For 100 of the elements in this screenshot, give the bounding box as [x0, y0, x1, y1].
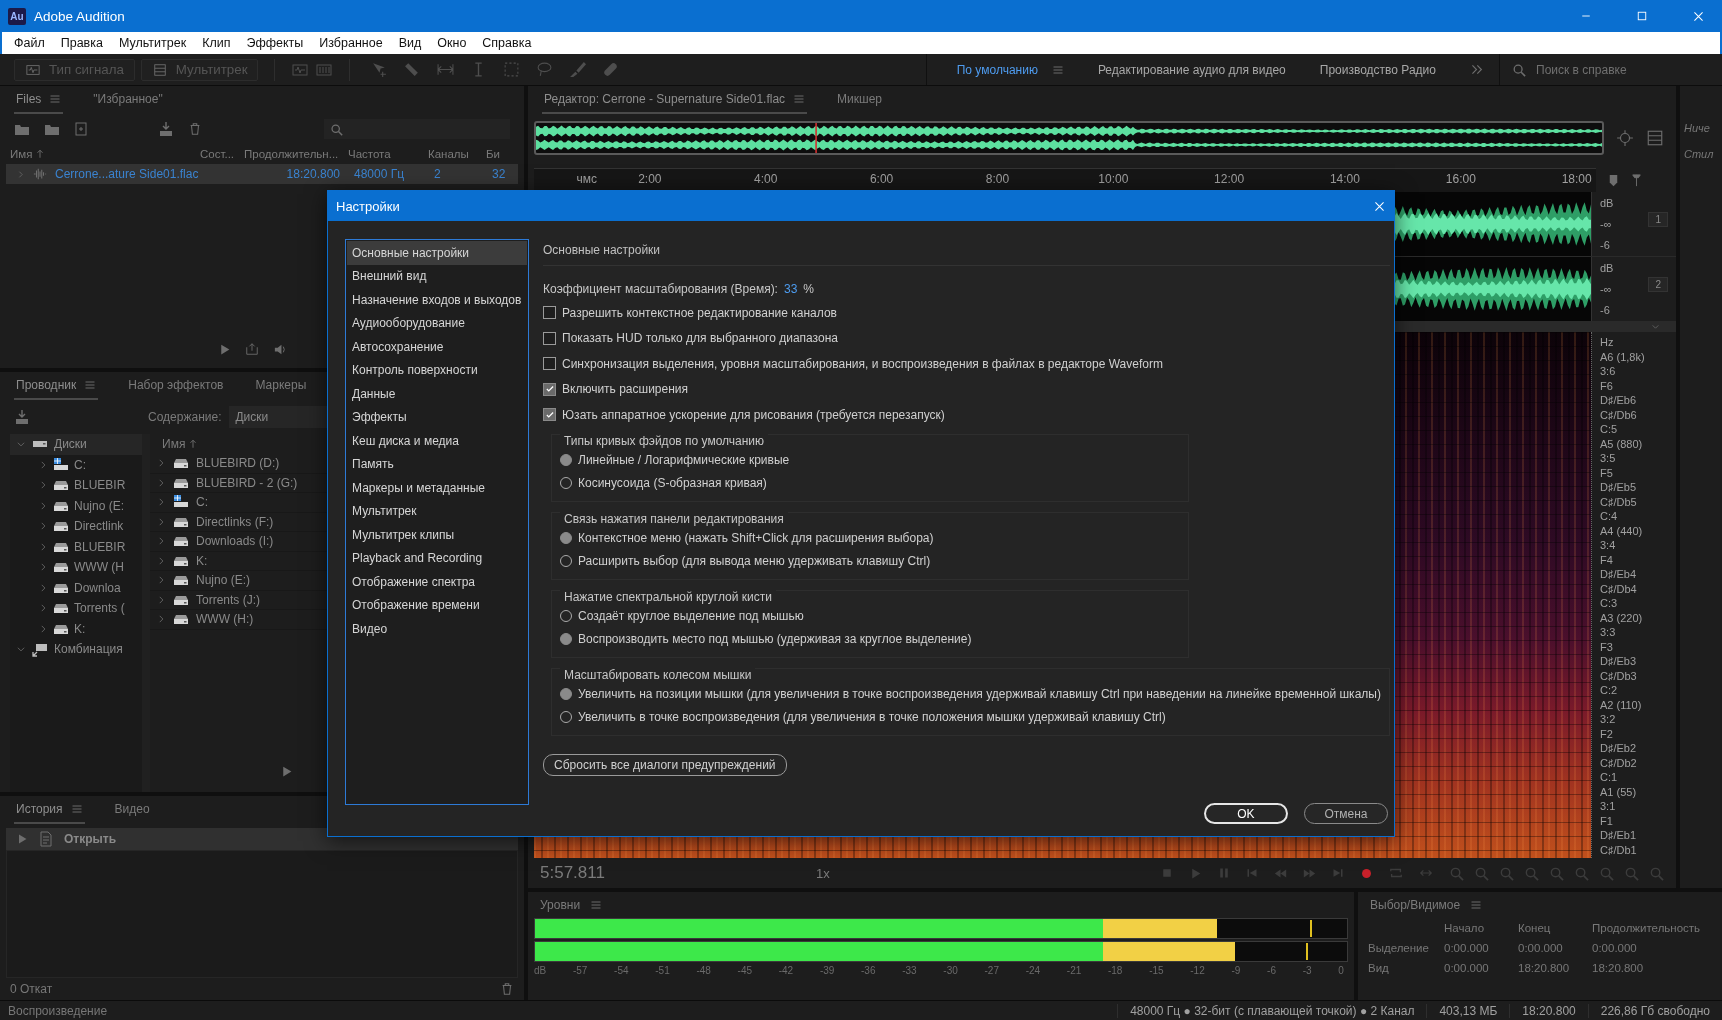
spectral-view-icon[interactable] [315, 61, 334, 78]
category-item[interactable]: Назначение входов и выходов [347, 288, 527, 312]
column-header[interactable]: Частота [348, 148, 428, 160]
column-header[interactable]: Каналы [428, 148, 486, 160]
category-item[interactable]: Данные [347, 382, 527, 406]
category-item[interactable]: Память [347, 452, 527, 476]
panel-tab[interactable]: Проводник [14, 372, 99, 400]
tree-item[interactable]: BLUEBIR [10, 475, 142, 496]
lasso-icon[interactable] [536, 61, 554, 78]
play-icon[interactable] [1189, 866, 1202, 880]
checkbox[interactable] [543, 357, 556, 371]
export-icon[interactable] [245, 342, 259, 356]
workspace-tab[interactable]: Редактирование аудио для видео [1097, 62, 1286, 77]
menu-icon[interactable] [793, 93, 806, 105]
category-item[interactable]: Аудиооборудование [347, 311, 527, 335]
column-header[interactable]: Продолжительн... [244, 148, 348, 160]
caret-icon[interactable] [1651, 322, 1660, 331]
column-header[interactable]: Имя [10, 148, 200, 160]
record-icon[interactable] [1360, 866, 1373, 880]
category-item[interactable]: Контроль поверхности [347, 358, 527, 382]
menu-item[interactable]: Мультитрек [110, 36, 195, 50]
category-item[interactable]: Кеш диска и медиа [347, 429, 527, 453]
workspace-tab[interactable]: По умолчанию [956, 62, 1064, 77]
cancel-button[interactable]: Отмена [1303, 803, 1388, 824]
skip-to-start-icon[interactable] [1246, 867, 1258, 879]
time-ruler[interactable]: чмс 2:00 4:00 6:00 8:00 10:00 12:00 14:00 16:00 18:00 [534, 168, 1596, 192]
zoom-icon[interactable] [1449, 865, 1464, 881]
pin-icon[interactable] [1629, 172, 1644, 188]
checkbox[interactable] [543, 382, 556, 396]
ok-button[interactable]: OK [1203, 803, 1288, 824]
waveform-view-icon[interactable] [291, 61, 310, 78]
import-icon[interactable] [158, 121, 174, 137]
chevron-right-icon[interactable] [38, 623, 48, 634]
tree-item[interactable]: WWW (H [10, 557, 142, 578]
menu-item[interactable]: Файл [6, 36, 53, 50]
skip-to-end-icon[interactable] [1332, 867, 1344, 879]
time-value[interactable]: 0:00.000 [1444, 962, 1518, 974]
move-tool-icon[interactable] [371, 61, 389, 78]
pause-icon[interactable] [1218, 867, 1230, 879]
menu-icon[interactable] [70, 803, 83, 815]
trash-icon[interactable] [188, 122, 202, 136]
time-value[interactable]: 18:20.800 [1518, 962, 1592, 974]
panel-tab[interactable]: "Избранное" [91, 86, 165, 114]
menu-item[interactable]: Избранное [311, 36, 391, 50]
download-icon[interactable] [14, 409, 30, 425]
category-item[interactable]: Отображение спектра [347, 570, 527, 594]
panel-tab[interactable]: История [14, 796, 85, 824]
double-chevron-icon[interactable] [1470, 63, 1483, 76]
zoom-icon[interactable] [1599, 865, 1614, 881]
category-item[interactable]: Внешний вид [347, 264, 527, 288]
chevron-right-icon[interactable] [38, 541, 48, 552]
tree-item[interactable]: Torrents ( [10, 598, 142, 619]
checkbox[interactable] [543, 306, 556, 320]
menu-item[interactable]: Правка [52, 36, 111, 50]
category-item[interactable]: Playback and Recording [347, 546, 527, 570]
menu-item[interactable]: Эффекты [238, 36, 312, 50]
zoom-icon[interactable] [1524, 865, 1539, 881]
trash-icon[interactable] [500, 982, 514, 996]
channel-badge[interactable]: 2 [1648, 277, 1668, 292]
zoom-icon[interactable] [1549, 865, 1564, 881]
zoom-factor-value[interactable]: 33 [783, 282, 798, 296]
category-item[interactable]: Основные настройки [347, 241, 527, 265]
stop-icon[interactable] [1161, 867, 1173, 879]
checkbox[interactable] [543, 331, 556, 345]
list-icon[interactable] [1646, 129, 1664, 147]
zoom-icon[interactable] [1574, 865, 1589, 881]
menu-icon[interactable] [49, 93, 62, 105]
menu-item[interactable]: Окно [429, 36, 475, 50]
channel-badge[interactable]: 1 [1648, 212, 1668, 227]
menu-item[interactable]: Клип [194, 36, 239, 50]
dialog-close-button[interactable] [1373, 199, 1386, 213]
panel-tab[interactable]: Маркеры [253, 372, 309, 400]
menu-item[interactable]: Справка [474, 36, 540, 50]
category-item[interactable]: Маркеры и метаданные [347, 476, 527, 500]
time-value[interactable]: 18:20.800 [1592, 962, 1712, 974]
tree-item[interactable]: Nujno (E: [10, 495, 142, 516]
time-value[interactable]: 0:00.000 [1518, 942, 1592, 954]
category-item[interactable]: Отображение времени [347, 593, 527, 617]
menu-icon[interactable] [1051, 63, 1064, 76]
chevron-right-icon[interactable] [38, 582, 48, 593]
marquee-icon[interactable] [503, 61, 521, 78]
chevron-right-icon[interactable] [38, 562, 48, 573]
zoom-navigator-icon[interactable] [1616, 129, 1634, 147]
panel-tab[interactable]: Редактор: Cerrone - Supernature Side01.flac [542, 86, 808, 114]
panel-tab[interactable]: Files [14, 86, 64, 114]
chevron-right-icon[interactable] [38, 521, 48, 532]
radio-button[interactable] [560, 688, 572, 700]
tree-item[interactable]: Downloa [10, 577, 142, 598]
tree-item[interactable]: Directlink [10, 516, 142, 537]
column-header[interactable]: Сост... [200, 148, 244, 160]
menu-item[interactable]: Вид [390, 36, 430, 50]
category-item[interactable]: Мультитрек [347, 499, 527, 523]
category-item[interactable]: Видео [347, 617, 527, 641]
zoom-icon[interactable] [1499, 865, 1514, 881]
tree-item[interactable]: Комбинация [10, 639, 142, 660]
playback-speed[interactable]: 1x [816, 865, 830, 881]
checkbox[interactable] [543, 408, 556, 422]
tree-item[interactable]: BLUEBIR [10, 536, 142, 557]
workspace-tab[interactable]: Производство Радио [1319, 62, 1436, 77]
zoom-icon[interactable] [1649, 865, 1664, 881]
